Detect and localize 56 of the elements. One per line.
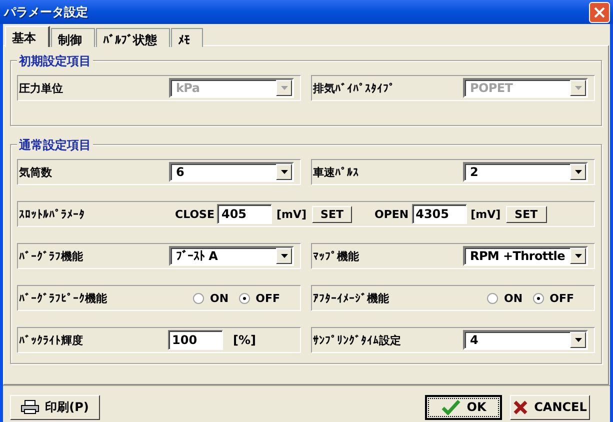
setting-label: ﾏｯﾌﾟ機能 [313, 248, 359, 264]
input-field[interactable]: 4305 [412, 204, 467, 224]
setting-label: 車速ﾊﾟﾙｽ [313, 164, 359, 180]
set-button[interactable]: SET [312, 206, 352, 222]
window-title: パラメータ設定 [4, 4, 88, 20]
caret-icon [280, 170, 288, 174]
group-title: 通常設定項目 [17, 137, 93, 154]
close-button[interactable] [589, 2, 610, 22]
setting-label: ｻﾝﾌﾟﾘﾝｸﾞﾀｲﾑ設定 [313, 332, 401, 348]
tab[interactable]: ﾊﾞﾙﾌﾞ状態 [96, 28, 170, 47]
setting-label: 気筒数 [19, 164, 52, 180]
cross-icon [513, 400, 528, 414]
setting-label: ﾊﾞｰｸﾞﾗﾌﾋﾟｰｸ機能 [19, 290, 107, 306]
radio-button[interactable] [487, 292, 498, 304]
radio-label: OFF [550, 292, 574, 304]
check-icon [440, 399, 461, 415]
input-field[interactable]: 100 [168, 330, 223, 350]
dropdown[interactable]: 4 [463, 330, 588, 350]
caret-icon [574, 86, 582, 90]
caret-icon [574, 170, 582, 174]
setting-label: ｽﾛｯﾄﾙﾊﾟﾗﾒｰﾀ [19, 208, 86, 220]
unit-label: [%] [233, 333, 256, 347]
setting-label: 排気ﾊﾞｲﾊﾟｽﾀｲﾌﾟ [313, 80, 395, 96]
print-button[interactable]: 印刷(P) [10, 394, 100, 420]
set-button[interactable]: SET [506, 206, 547, 222]
setting-label: ﾊﾞｰｸﾞﾗﾌ機能 [19, 248, 83, 264]
group-title: 初期設定項目 [17, 53, 93, 70]
dropdown[interactable]: 2 [463, 162, 588, 182]
field-label: OPEN [374, 208, 409, 220]
cancel-button[interactable]: CANCEL [510, 394, 590, 420]
tab[interactable]: 基本 [5, 26, 50, 47]
dropdown[interactable]: RPM +Throttle [463, 246, 588, 266]
radio-button[interactable] [193, 292, 204, 304]
field-label: CLOSE [175, 208, 214, 220]
caret-icon [574, 338, 582, 342]
unit-label: [mV] [470, 208, 501, 220]
dropdown[interactable]: 6 [169, 162, 294, 182]
ok-button[interactable]: OK [425, 394, 502, 420]
setting-label: ｱﾌﾀｰｲﾒｰｼﾞ機能 [313, 290, 389, 306]
radio-button[interactable] [532, 292, 544, 304]
input-field[interactable]: 405 [217, 204, 272, 224]
dropdown[interactable]: ﾌﾞｰｽﾄ A [169, 246, 294, 266]
caret-icon [280, 254, 288, 258]
radio-label: ON [210, 292, 229, 304]
radio-label: OFF [256, 292, 280, 304]
setting-label: 圧力単位 [19, 80, 63, 96]
unit-label: [mV] [276, 208, 307, 220]
tab[interactable]: ﾒﾓ [171, 28, 203, 47]
tab[interactable]: 制御 [51, 28, 95, 47]
close-icon [594, 6, 605, 18]
setting-label: ﾊﾞｯｸﾗｲﾄ輝度 [19, 332, 83, 348]
radio-label: ON [504, 292, 523, 304]
caret-icon [280, 86, 288, 90]
radio-button[interactable] [238, 292, 250, 304]
caret-icon [574, 254, 582, 258]
printer-icon [21, 400, 40, 414]
